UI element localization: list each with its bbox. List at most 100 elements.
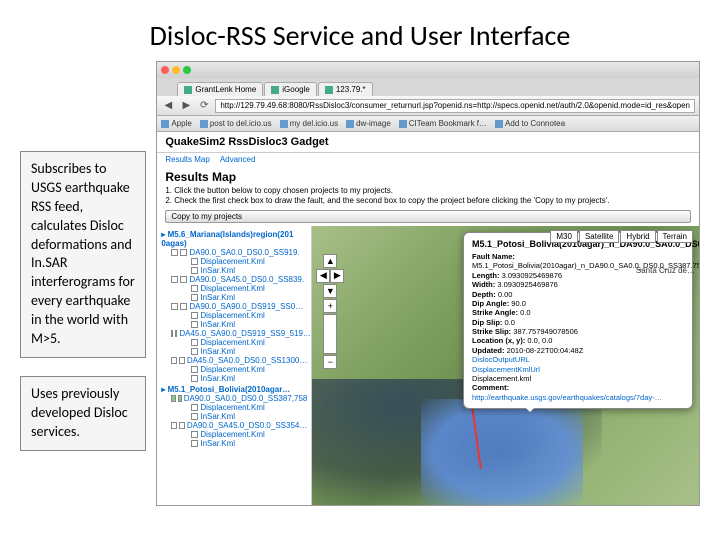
displacement-kml-link[interactable]: Displacement.Kml <box>200 311 264 320</box>
insar-kml-link[interactable]: InSar.Kml <box>200 266 235 275</box>
copy-project-checkbox[interactable] <box>180 249 187 256</box>
insar-kml-link[interactable]: InSar.Kml <box>200 412 235 421</box>
insar-kml-link[interactable]: InSar.Kml <box>200 347 235 356</box>
zoom-out-button[interactable]: − <box>323 355 337 369</box>
pan-left-button[interactable]: ◀ <box>316 269 330 283</box>
disloc-output-link[interactable]: DislocOutputURL <box>472 355 530 364</box>
eq-row-label[interactable]: DA90.0_SA45.0_DS0.0_SS354… <box>187 421 308 430</box>
pan-down-button[interactable]: ▼ <box>323 284 337 298</box>
displacement-kml-link[interactable]: Displacement.Kml <box>200 284 264 293</box>
kml-checkbox[interactable] <box>191 404 198 411</box>
bookmark-item[interactable]: post to del.icio.us <box>200 119 272 128</box>
tab-favicon <box>325 86 333 94</box>
tab-results-map[interactable]: Results Map <box>165 155 209 164</box>
draw-fault-checkbox[interactable] <box>171 303 178 310</box>
displacement-kml-link[interactable]: Displacement.Kml <box>200 257 264 266</box>
kml-checkbox[interactable] <box>191 440 198 447</box>
pan-up-button[interactable]: ▲ <box>323 254 337 268</box>
draw-fault-checkbox[interactable] <box>171 422 177 429</box>
browser-tab[interactable]: GrantLenk Home <box>177 82 263 96</box>
close-icon[interactable] <box>161 66 169 74</box>
copy-to-projects-button[interactable]: Copy to my projects <box>165 210 691 223</box>
draw-fault-checkbox[interactable] <box>171 357 177 364</box>
eq-group-title[interactable]: ▸ M5.1_Potosi_Bolivia(2010agar… <box>161 385 307 394</box>
eq-row: DA90.0_SA45.0_DS0.0_SS839. <box>161 275 307 284</box>
pan-right-button[interactable]: ▶ <box>330 269 344 283</box>
kml-checkbox[interactable] <box>191 375 198 382</box>
kml-link-row: Displacement.Kml <box>161 257 307 266</box>
map-type-button[interactable]: Terrain <box>657 230 693 243</box>
browser-window: GrantLenk Home iGoogle 123.79.* ◀ ▶ ⟳ ht… <box>156 61 700 506</box>
copy-project-checkbox[interactable] <box>178 395 182 402</box>
gadget-title: QuakeSim2 RssDisloc3 Gadget <box>157 132 699 153</box>
bookmark-item[interactable]: Apple <box>161 119 191 128</box>
kml-checkbox[interactable] <box>191 267 198 274</box>
minimize-icon[interactable] <box>172 66 180 74</box>
copy-project-checkbox[interactable] <box>175 330 177 337</box>
bookmark-item[interactable]: Add to Connotea <box>495 119 565 128</box>
tab-favicon <box>271 86 279 94</box>
kml-checkbox[interactable] <box>191 348 198 355</box>
bookmark-icon <box>495 120 503 128</box>
url-bar[interactable]: http://129.79.49.68:8080/RssDisloc3/cons… <box>215 99 695 113</box>
displacement-kml-link[interactable]: Displacement.Kml <box>200 365 264 374</box>
reload-button[interactable]: ⟳ <box>197 99 211 113</box>
kml-checkbox[interactable] <box>191 312 198 319</box>
kml-checkbox[interactable] <box>191 285 198 292</box>
bookmark-item[interactable]: CITeam Bookmark f… <box>399 119 487 128</box>
forward-button[interactable]: ▶ <box>179 99 193 113</box>
copy-project-checkbox[interactable] <box>180 276 187 283</box>
draw-fault-checkbox[interactable] <box>171 395 175 402</box>
eq-row-label[interactable]: DA90.0_SA90.0_DS919_SS0… <box>189 302 303 311</box>
draw-fault-checkbox[interactable] <box>171 330 173 337</box>
bookmark-label: post to del.icio.us <box>210 119 272 128</box>
eq-row-label[interactable]: DA90.0_SA0.0_DS0.0_SS919. <box>189 248 299 257</box>
eq-row-label[interactable]: DA45.0_SA0.0_DS0.0_SS1300… <box>187 356 308 365</box>
kml-checkbox[interactable] <box>191 366 198 373</box>
insar-kml-link[interactable]: InSar.Kml <box>200 439 235 448</box>
bookmark-item[interactable]: dw-image <box>346 119 391 128</box>
eq-row-label[interactable]: DA45.0_SA90.0_DS919_SS9_519… <box>179 329 311 338</box>
bookmark-icon <box>399 120 407 128</box>
tab-favicon <box>184 86 192 94</box>
map-canvas[interactable]: M30 Satellite Hybrid Terrain ▲ ◀▶ ▼ + − <box>312 226 699 505</box>
map-type-button[interactable]: M30 <box>550 230 578 243</box>
zoom-slider[interactable] <box>323 314 337 354</box>
insar-kml-link[interactable]: InSar.Kml <box>200 374 235 383</box>
comment-link[interactable]: http://earthquake.usgs.gov/earthquakes/c… <box>472 393 684 402</box>
eq-row-label[interactable]: DA90.0_SA0.0_DS0.0_SS387,758 <box>184 394 308 403</box>
kml-checkbox[interactable] <box>191 413 198 420</box>
draw-fault-checkbox[interactable] <box>171 249 178 256</box>
results-heading: Results Map <box>157 166 699 186</box>
eq-row: DA45.0_SA90.0_DS919_SS9_519… <box>161 329 307 338</box>
insar-kml-link[interactable]: InSar.Kml <box>200 293 235 302</box>
tab-label: GrantLenk Home <box>195 85 256 94</box>
kml-checkbox[interactable] <box>191 339 198 346</box>
zoom-in-button[interactable]: + <box>323 299 337 313</box>
displacement-kml-link[interactable]: DisplacementKmlUrl <box>472 365 540 374</box>
map-type-button[interactable]: Hybrid <box>620 230 655 243</box>
bookmark-label: Apple <box>171 119 191 128</box>
draw-fault-checkbox[interactable] <box>171 276 178 283</box>
displacement-kml-link[interactable]: Displacement.Kml <box>200 430 264 439</box>
map-type-button[interactable]: Satellite <box>579 230 619 243</box>
copy-project-checkbox[interactable] <box>179 422 185 429</box>
insar-kml-link[interactable]: InSar.Kml <box>200 320 235 329</box>
kml-checkbox[interactable] <box>191 294 198 301</box>
kml-checkbox[interactable] <box>191 431 198 438</box>
eq-group-title[interactable]: ▸ M5.6_Mariana(Islands)region(201 0agas) <box>161 230 307 248</box>
tab-advanced[interactable]: Advanced <box>220 155 256 164</box>
displacement-kml-link[interactable]: Displacement.Kml <box>200 338 264 347</box>
eq-row-label[interactable]: DA90.0_SA45.0_DS0.0_SS839. <box>189 275 304 284</box>
kml-checkbox[interactable] <box>191 321 198 328</box>
back-button[interactable]: ◀ <box>161 99 175 113</box>
browser-tab[interactable]: 123.79.* <box>318 82 373 96</box>
displacement-kml-link[interactable]: Displacement.Kml <box>200 403 264 412</box>
copy-project-checkbox[interactable] <box>180 303 187 310</box>
browser-tab[interactable]: iGoogle <box>264 82 317 96</box>
caption-column: Subscribes to USGS earthquake RSS feed, … <box>20 61 146 506</box>
kml-checkbox[interactable] <box>191 258 198 265</box>
bookmark-item[interactable]: my del.icio.us <box>280 119 338 128</box>
copy-project-checkbox[interactable] <box>179 357 185 364</box>
zoom-icon[interactable] <box>183 66 191 74</box>
